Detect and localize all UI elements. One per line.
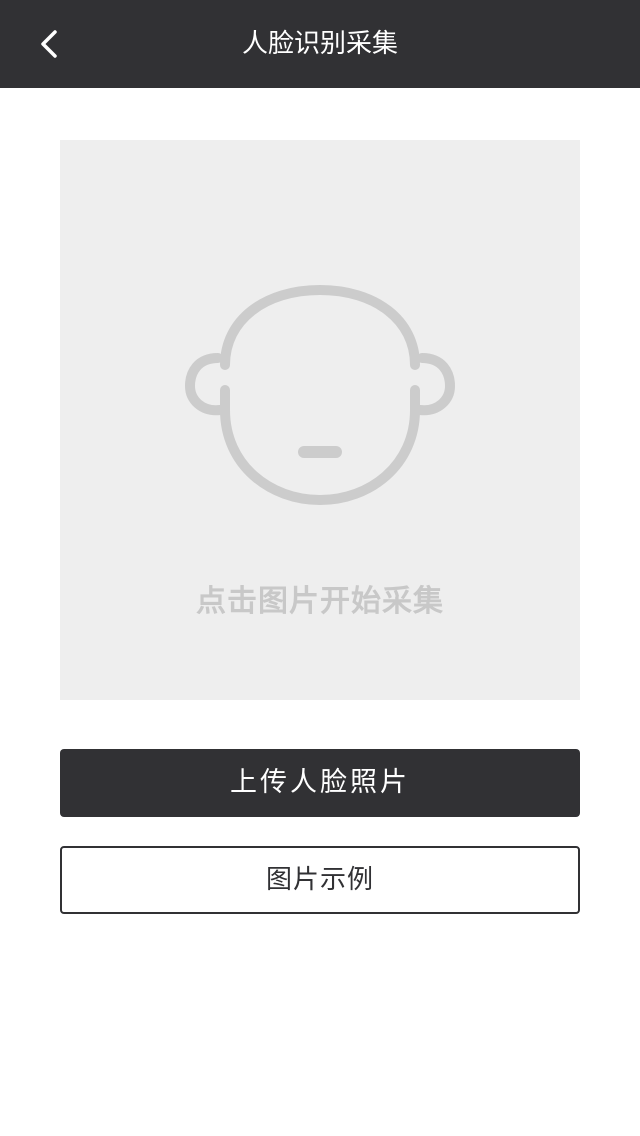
back-button[interactable] (24, 20, 76, 68)
navbar: 人脸识别采集 (0, 0, 640, 88)
photo-example-button[interactable]: 图片示例 (60, 846, 580, 914)
page-title: 人脸识别采集 (241, 29, 398, 59)
capture-hint: 点击图片开始采集 (196, 584, 444, 619)
face-outline-icon (184, 284, 456, 506)
face-capture-area[interactable]: 点击图片开始采集 (60, 140, 580, 700)
chevron-left-icon (41, 30, 57, 58)
upload-face-photo-button[interactable]: 上传人脸照片 (60, 749, 580, 817)
